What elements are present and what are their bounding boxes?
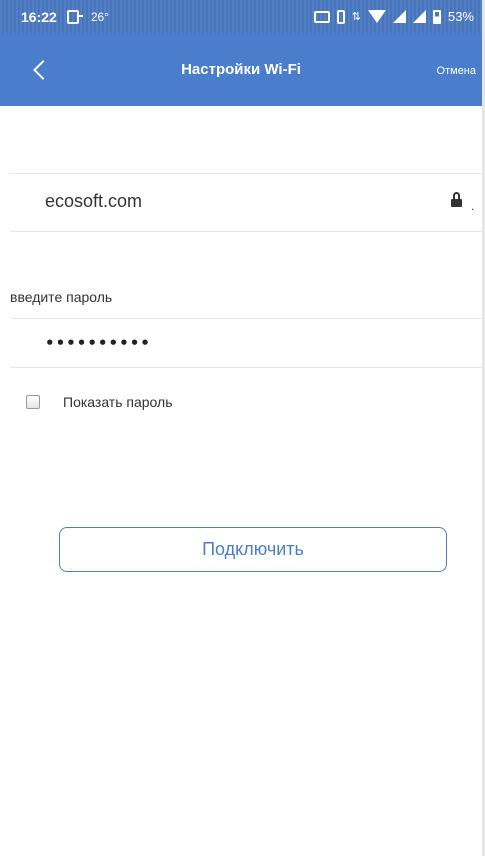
status-time: 16:22 — [21, 8, 57, 25]
password-field[interactable] — [10, 320, 482, 366]
divider — [10, 231, 482, 232]
password-label: введите пароль — [10, 289, 113, 305]
app-header: Настройки Wi-Fi Отмена — [0, 33, 482, 106]
lock-icon — [451, 192, 462, 208]
status-temperature: 26° — [90, 9, 109, 24]
network-ssid: ecosoft.com — [45, 191, 143, 211]
cast-icon — [313, 10, 330, 23]
status-icons: ⇅ 53% — [313, 0, 474, 33]
show-password-row[interactable]: Показать пароль — [26, 392, 173, 412]
battery-percent: 53% — [447, 9, 474, 24]
wifi-icon — [367, 10, 386, 23]
divider — [10, 367, 482, 368]
signal-icon-2 — [412, 10, 426, 23]
vibrate-icon — [336, 9, 345, 24]
battery-icon — [432, 9, 441, 24]
signal-icon — [392, 10, 406, 23]
data-arrows-icon: ⇅ — [351, 11, 361, 23]
page-title: Настройки Wi-Fi — [181, 61, 301, 78]
show-password-checkbox[interactable] — [26, 395, 40, 409]
show-password-label: Показать пароль — [63, 394, 173, 410]
app-screen: 16:22 26° ⇅ 53% Настройки Wi-Fi Отмена e… — [0, 0, 485, 856]
connect-button[interactable]: Подключить — [59, 527, 447, 572]
cancel-button[interactable]: Отмена — [437, 65, 476, 77]
divider — [10, 173, 482, 174]
divider — [10, 318, 482, 319]
lock-suffix: . — [471, 199, 475, 213]
status-bar: 16:22 26° ⇅ 53% — [0, 0, 482, 33]
sim-card-icon — [66, 9, 83, 24]
